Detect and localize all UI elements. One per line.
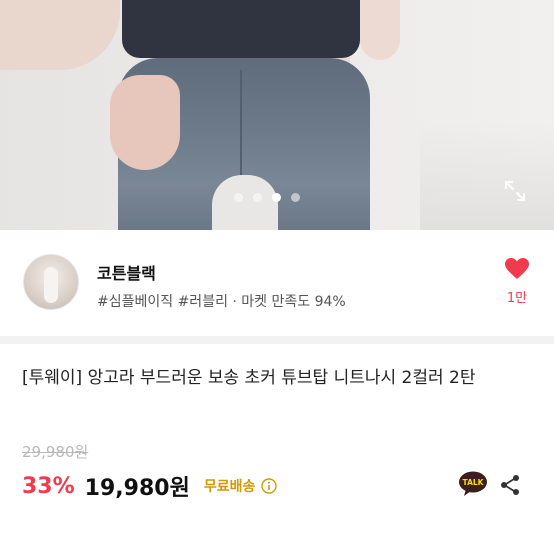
like-button[interactable]: 1만 bbox=[500, 258, 534, 306]
free-shipping-label: 무료배송 bbox=[203, 479, 256, 495]
carousel-indicator bbox=[234, 193, 300, 202]
photo-leg-gap bbox=[212, 175, 278, 230]
photo-arm bbox=[360, 0, 400, 60]
photo-knit-top bbox=[122, 0, 360, 58]
sale-price: 19,980원 bbox=[84, 476, 190, 501]
talk-label: TALK bbox=[463, 478, 485, 487]
discount-rate: 33% bbox=[22, 473, 75, 499]
photo-hand bbox=[110, 75, 180, 170]
expand-icon[interactable] bbox=[503, 179, 527, 203]
share-icon[interactable] bbox=[499, 474, 521, 496]
heart-icon bbox=[505, 258, 529, 279]
price-row: 33% 19,980원 무료배송 bbox=[22, 470, 278, 502]
product-title: [투웨이] 앙고라 부드러운 보송 초커 튜브탑 니트나시 2컬러 2탄 bbox=[22, 368, 476, 388]
section-divider bbox=[0, 336, 554, 344]
photo-background bbox=[420, 120, 554, 230]
carousel-dot[interactable] bbox=[291, 193, 300, 202]
info-icon[interactable] bbox=[261, 478, 278, 494]
carousel-dot[interactable] bbox=[253, 193, 262, 202]
product-image[interactable] bbox=[0, 0, 554, 230]
seller-avatar[interactable] bbox=[23, 254, 79, 310]
carousel-dot[interactable] bbox=[234, 193, 243, 202]
carousel-dot-active[interactable] bbox=[272, 193, 281, 202]
original-price: 29,980원 bbox=[22, 443, 89, 461]
seller-name[interactable]: 코튼블랙 bbox=[97, 260, 156, 284]
like-count: 1만 bbox=[506, 291, 528, 306]
photo-jeans-seam bbox=[240, 70, 242, 180]
seller-info[interactable]: 코튼블랙 #심플베이직 #러블리 · 마켓 만족도 94% 1만 bbox=[0, 230, 554, 336]
avatar-figure bbox=[44, 267, 58, 303]
seller-tags: #심플베이직 #러블리 · 마켓 만족도 94% bbox=[97, 294, 346, 310]
kakao-talk-icon: TALK bbox=[459, 471, 487, 496]
kakao-talk-button[interactable]: TALK bbox=[458, 471, 488, 497]
photo-arm bbox=[0, 0, 120, 70]
